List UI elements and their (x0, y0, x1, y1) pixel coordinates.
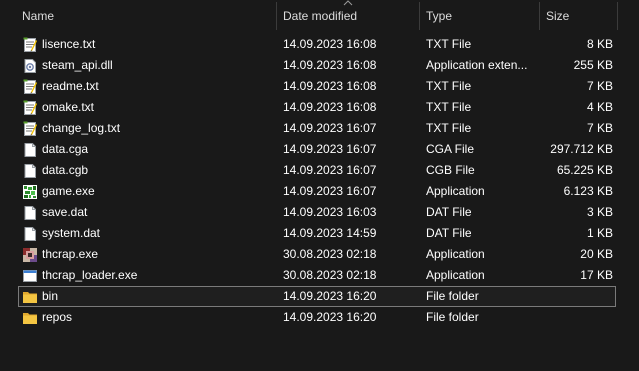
file-date-modified: 14.09.2023 16:07 (283, 142, 377, 156)
file-row-bin[interactable]: bin 14.09.2023 16:20 File folder (18, 286, 616, 307)
file-date-modified: 14.09.2023 16:07 (283, 121, 377, 135)
file-date-modified: 14.09.2023 16:07 (283, 163, 377, 177)
file-type: Application (426, 184, 485, 198)
file-size (540, 286, 613, 307)
file-name: lisence.txt (42, 37, 96, 51)
file-date-modified: 14.09.2023 16:07 (283, 184, 377, 198)
file-name: repos (42, 310, 73, 324)
file-date-modified: 14.09.2023 16:08 (283, 100, 377, 114)
file-name: data.cga (42, 142, 89, 156)
file-size: 1 KB (586, 226, 613, 240)
file-row-data-cga[interactable]: data.cga 14.09.2023 16:07 CGA File 297.7… (18, 139, 616, 160)
file-name: bin (42, 289, 59, 303)
file-row-omake-txt[interactable]: omake.txt 14.09.2023 16:08 TXT File 4 KB (18, 97, 616, 118)
file-size (540, 307, 613, 328)
thcrap-exe-icon (22, 247, 38, 263)
file-row-repos[interactable]: repos 14.09.2023 16:20 File folder (18, 307, 616, 328)
file-type: Application (426, 268, 485, 282)
file-row-thcrap-loader-exe[interactable]: thcrap_loader.exe 30.08.2023 02:18 Appli… (18, 265, 616, 286)
text-file-icon (22, 79, 38, 95)
folder-icon (22, 289, 38, 305)
file-size: 8 KB (586, 37, 613, 51)
file-name: save.dat (42, 205, 88, 219)
file-row-steam-api-dll[interactable]: steam_api.dll 14.09.2023 16:08 Applicati… (18, 55, 616, 76)
text-file-icon (22, 121, 38, 137)
file-name: readme.txt (42, 79, 99, 93)
file-date-modified: 30.08.2023 02:18 (283, 268, 377, 282)
file-date-modified: 14.09.2023 16:08 (283, 58, 377, 72)
file-type: CGA File (426, 142, 475, 156)
file-row-thcrap-exe[interactable]: thcrap.exe 30.08.2023 02:18 Application … (18, 244, 616, 265)
file-name: change_log.txt (42, 121, 121, 135)
file-size: 65.225 KB (556, 163, 613, 177)
column-header-bar: Name Date modified Type Size (0, 0, 639, 32)
file-type: File folder (426, 310, 479, 324)
file-size: 3 KB (586, 205, 613, 219)
file-row-system-dat[interactable]: system.dat 14.09.2023 14:59 DAT File 1 K… (18, 223, 616, 244)
column-header-date-modified[interactable]: Date modified (283, 0, 357, 32)
file-date-modified: 14.09.2023 16:20 (283, 310, 377, 324)
folder-icon (22, 310, 38, 326)
column-header-name[interactable]: Name (22, 0, 54, 32)
file-type: TXT File (426, 79, 472, 93)
file-name: thcrap_loader.exe (42, 268, 138, 282)
column-divider[interactable] (419, 2, 420, 30)
blank-file-icon (22, 142, 38, 158)
file-size: 7 KB (586, 121, 613, 135)
column-divider[interactable] (276, 2, 277, 30)
file-row-change-log-txt[interactable]: change_log.txt 14.09.2023 16:07 TXT File… (18, 118, 616, 139)
file-size: 17 KB (580, 268, 613, 282)
text-file-icon (22, 37, 38, 53)
blank-file-icon (22, 205, 38, 221)
file-name: system.dat (42, 226, 101, 240)
file-type: Application exten... (426, 58, 528, 72)
column-divider[interactable] (539, 2, 540, 30)
file-date-modified: 14.09.2023 16:20 (283, 289, 377, 303)
file-size: 20 KB (580, 247, 613, 261)
blank-file-icon (22, 226, 38, 242)
file-name: game.exe (42, 184, 95, 198)
file-size: 297.712 KB (550, 142, 613, 156)
file-type: DAT File (426, 226, 472, 240)
file-size: 6.123 KB (563, 184, 613, 198)
file-size: 255 KB (573, 58, 613, 72)
file-type: DAT File (426, 205, 472, 219)
file-type: TXT File (426, 121, 472, 135)
file-size: 4 KB (586, 100, 613, 114)
game-exe-icon (22, 184, 38, 200)
file-row-readme-txt[interactable]: readme.txt 14.09.2023 16:08 TXT File 7 K… (18, 76, 616, 97)
file-size: 7 KB (586, 79, 613, 93)
file-type: TXT File (426, 100, 472, 114)
blank-file-icon (22, 163, 38, 179)
file-name: omake.txt (42, 100, 95, 114)
dll-file-icon (22, 58, 38, 74)
application-window-icon (22, 268, 38, 284)
file-date-modified: 30.08.2023 02:18 (283, 247, 377, 261)
file-name: data.cgb (42, 163, 89, 177)
file-row-data-cgb[interactable]: data.cgb 14.09.2023 16:07 CGB File 65.22… (18, 160, 616, 181)
file-name: thcrap.exe (42, 247, 99, 261)
column-header-type[interactable]: Type (426, 0, 452, 32)
file-date-modified: 14.09.2023 16:03 (283, 205, 377, 219)
file-type: Application (426, 247, 485, 261)
file-row-save-dat[interactable]: save.dat 14.09.2023 16:03 DAT File 3 KB (18, 202, 616, 223)
file-row-lisence-txt[interactable]: lisence.txt 14.09.2023 16:08 TXT File 8 … (18, 34, 616, 55)
file-type: TXT File (426, 37, 472, 51)
file-name: steam_api.dll (42, 58, 113, 72)
file-date-modified: 14.09.2023 16:08 (283, 79, 377, 93)
file-date-modified: 14.09.2023 16:08 (283, 37, 377, 51)
file-type: CGB File (426, 163, 475, 177)
column-divider[interactable] (617, 2, 618, 30)
file-type: File folder (426, 289, 479, 303)
text-file-icon (22, 100, 38, 116)
file-row-game-exe[interactable]: game.exe 14.09.2023 16:07 Application 6.… (18, 181, 616, 202)
file-date-modified: 14.09.2023 14:59 (283, 226, 377, 240)
column-header-size[interactable]: Size (546, 0, 569, 32)
